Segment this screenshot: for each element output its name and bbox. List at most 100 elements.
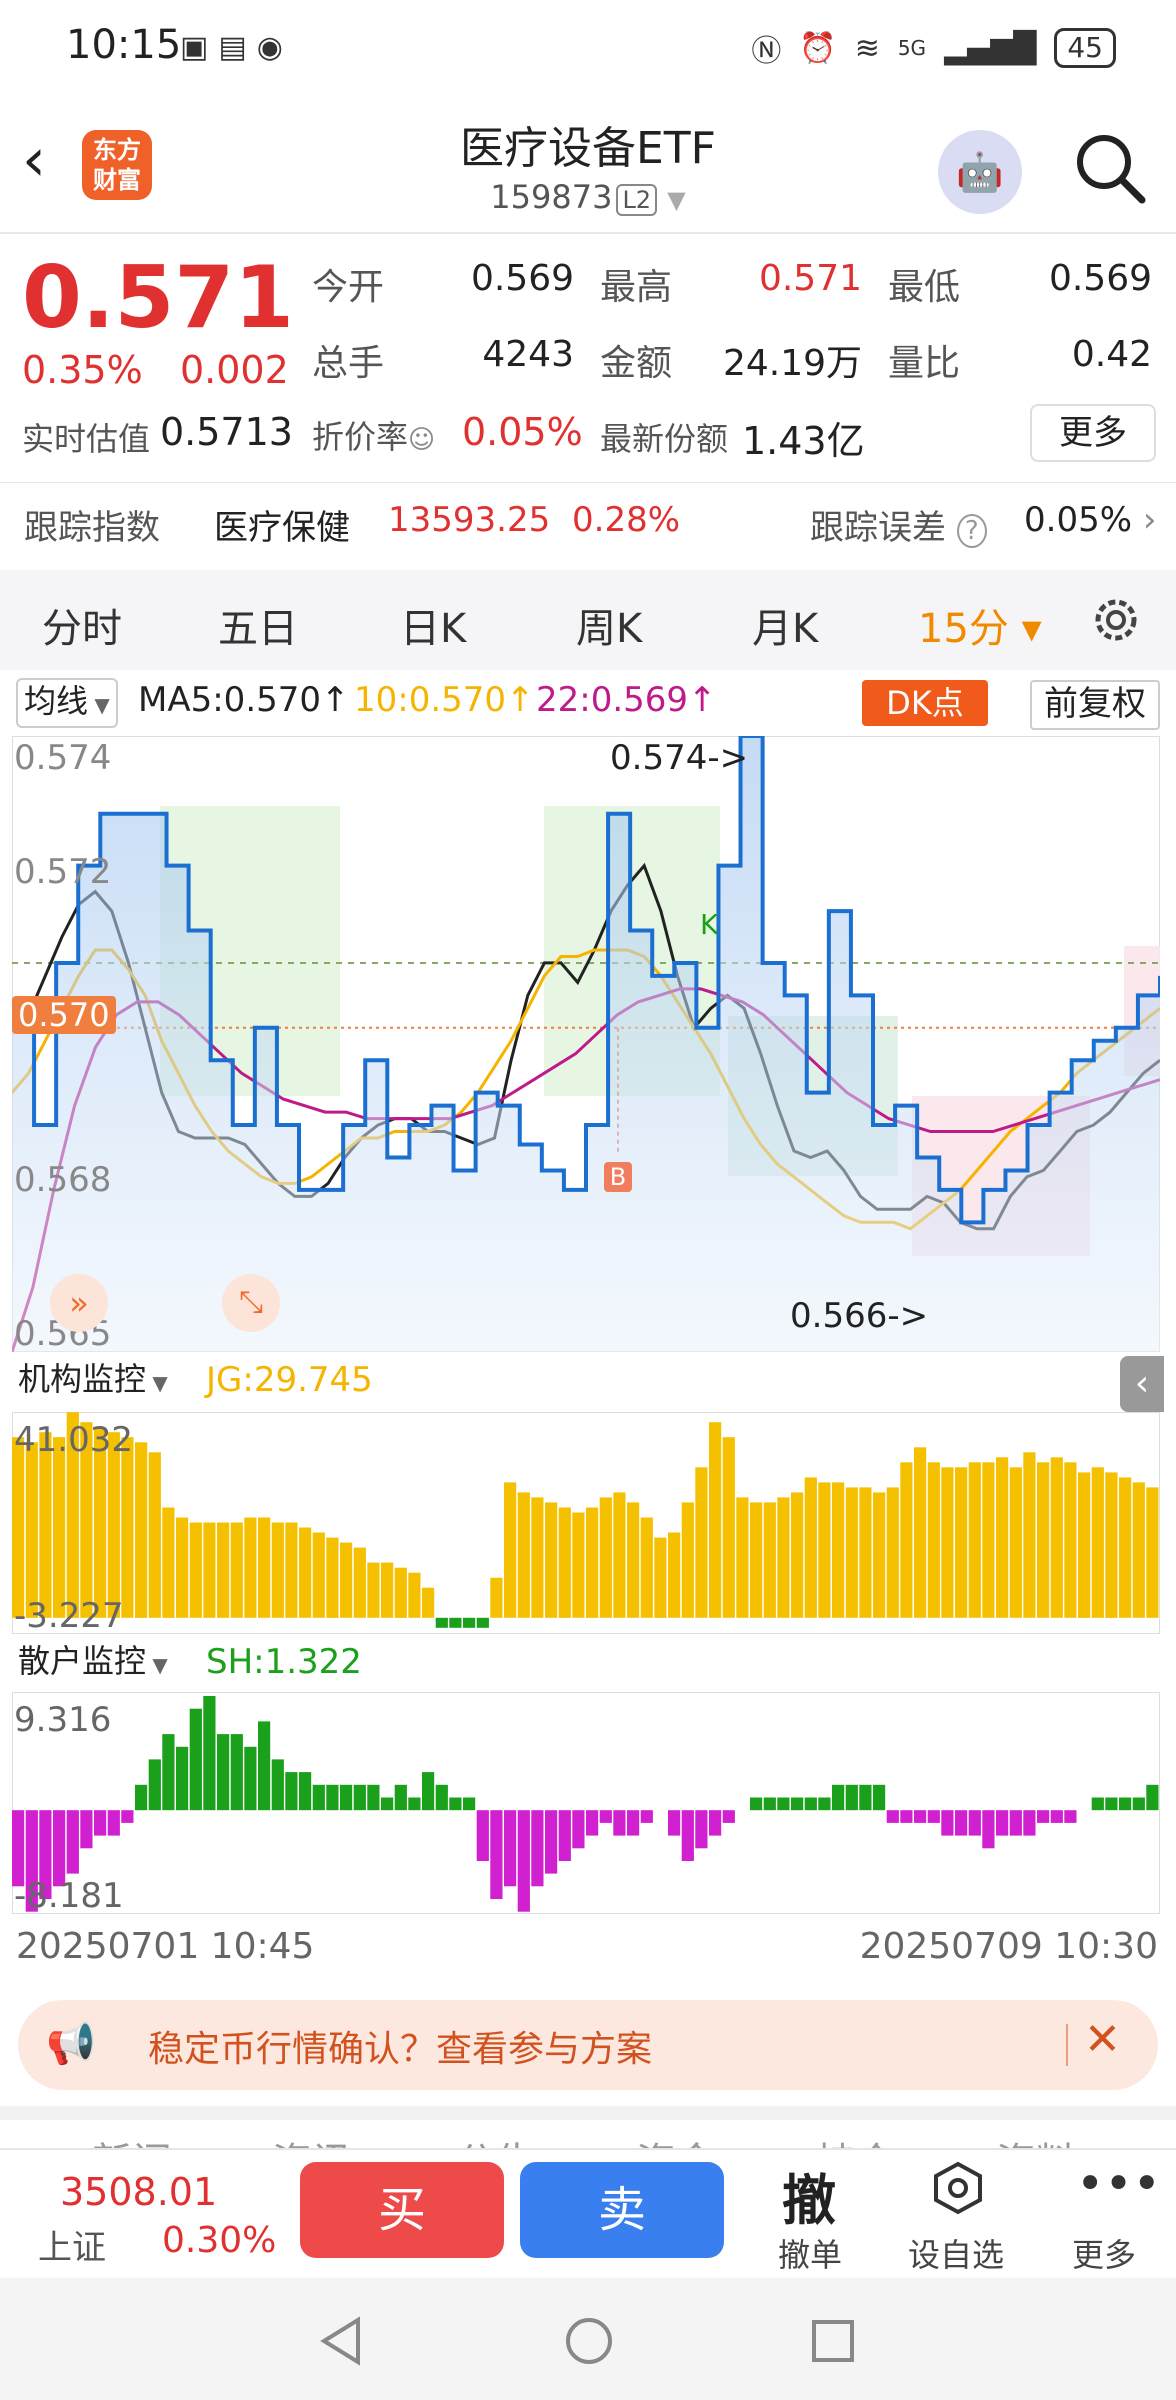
watchlist-icon[interactable] bbox=[930, 2160, 986, 2216]
inst-selector[interactable]: 机构监控 ▼ bbox=[12, 1358, 174, 1404]
nav-home-icon[interactable] bbox=[564, 2316, 614, 2366]
content-tab[interactable]: 公告 bbox=[456, 2130, 536, 2150]
bar bbox=[381, 1562, 394, 1618]
bar bbox=[681, 1502, 694, 1618]
bar bbox=[1023, 1452, 1036, 1618]
bar bbox=[955, 1810, 968, 1836]
bar bbox=[859, 1784, 872, 1811]
help-icon: ? bbox=[956, 514, 987, 548]
fullscreen-icon[interactable]: ⤡ bbox=[222, 1274, 280, 1332]
index-name[interactable]: 上证 bbox=[38, 2220, 106, 2269]
more-label[interactable]: 更多 bbox=[1072, 2230, 1136, 2276]
collapse-panel-icon[interactable]: ‹ bbox=[1120, 1356, 1164, 1412]
bar bbox=[1009, 1810, 1022, 1836]
y-tick: -3.227 bbox=[14, 1596, 124, 1636]
tracking-index-name[interactable]: 医疗保健 bbox=[214, 500, 350, 549]
bar bbox=[900, 1810, 913, 1823]
bar bbox=[1037, 1462, 1050, 1618]
buy-button[interactable]: 买 bbox=[300, 2162, 504, 2258]
tab-4[interactable]: 月K bbox=[752, 596, 818, 654]
tab-1[interactable]: 五日 bbox=[218, 596, 298, 654]
sell-button[interactable]: 卖 bbox=[520, 2162, 724, 2258]
assistant-avatar[interactable]: 🤖 bbox=[938, 130, 1022, 214]
bar bbox=[558, 1810, 571, 1861]
bar bbox=[873, 1784, 886, 1811]
bar bbox=[353, 1784, 366, 1811]
bar bbox=[681, 1810, 694, 1861]
content-tab[interactable]: 资金 bbox=[636, 2130, 716, 2150]
bar bbox=[476, 1810, 489, 1861]
cancel-icon[interactable]: 撤 bbox=[782, 2156, 836, 2235]
watchlist-label[interactable]: 设自选 bbox=[908, 2230, 1004, 2276]
close-icon[interactable]: ✕ bbox=[1084, 2014, 1121, 2065]
bar bbox=[435, 1784, 448, 1811]
index-value[interactable]: 3508.01 bbox=[60, 2170, 217, 2214]
bar bbox=[927, 1810, 940, 1823]
bar bbox=[531, 1810, 544, 1887]
retail-selector[interactable]: 散户监控 ▼ bbox=[12, 1640, 174, 1686]
bar bbox=[613, 1810, 626, 1836]
tracking-error-value[interactable]: 0.05% › bbox=[1024, 500, 1156, 540]
more-icon[interactable]: ••• bbox=[1076, 2156, 1161, 2212]
bar bbox=[107, 1432, 120, 1618]
status-bar: 10:15 ▣▤◉ Ⓝ ⏰ ≋ 5G ▂▄▆█ 45 bbox=[0, 0, 1176, 100]
bar bbox=[312, 1532, 325, 1618]
quote-value: 4243 bbox=[482, 334, 574, 375]
bar bbox=[1105, 1472, 1118, 1618]
bar bbox=[135, 1784, 148, 1811]
content-tab[interactable]: 资讯 bbox=[272, 2130, 352, 2150]
retail-value: SH:1.322 bbox=[206, 1642, 362, 1682]
bar bbox=[531, 1497, 544, 1618]
buy-marker[interactable]: B bbox=[604, 1162, 632, 1192]
alarm-icon: ⏰ bbox=[799, 30, 837, 66]
bar bbox=[695, 1467, 708, 1618]
expand-left-icon[interactable]: » bbox=[50, 1274, 108, 1332]
bar bbox=[217, 1734, 230, 1811]
ma-selector[interactable]: 均线 ▼ bbox=[16, 678, 118, 728]
gear-icon[interactable] bbox=[1088, 592, 1144, 648]
bar bbox=[996, 1457, 1009, 1618]
more-button[interactable]: 更多 bbox=[1030, 404, 1156, 462]
bar bbox=[900, 1462, 913, 1618]
quote-value: 0.569 bbox=[470, 258, 574, 299]
megaphone-icon: 📢 bbox=[46, 2021, 96, 2067]
nav-recents-icon[interactable] bbox=[810, 2318, 856, 2364]
bar bbox=[750, 1797, 763, 1811]
index-pct[interactable]: 0.30% bbox=[162, 2220, 276, 2261]
cancel-order-label[interactable]: 撤单 bbox=[778, 2230, 842, 2276]
bar bbox=[777, 1797, 790, 1811]
tab-5[interactable]: 15分 ▾ bbox=[918, 596, 1042, 654]
bar bbox=[845, 1487, 858, 1618]
tab-2[interactable]: 日K bbox=[400, 596, 466, 654]
bar bbox=[1050, 1457, 1063, 1618]
bar bbox=[968, 1462, 981, 1618]
tracking-index-pct: 0.28% bbox=[572, 500, 681, 540]
bar bbox=[886, 1810, 899, 1823]
quote-value: 0.571 bbox=[758, 258, 862, 299]
quote-label: 最低 bbox=[888, 267, 961, 308]
bar bbox=[1050, 1810, 1063, 1823]
nav-back-icon[interactable] bbox=[318, 2316, 364, 2366]
content-tab[interactable]: 新闻 bbox=[92, 2130, 172, 2150]
bar bbox=[599, 1497, 612, 1618]
time-axis-end: 20250709 10:30 bbox=[859, 1926, 1158, 1967]
bar bbox=[804, 1477, 817, 1618]
content-tab[interactable]: 持仓 bbox=[816, 2130, 896, 2150]
tab-3[interactable]: 周K bbox=[576, 596, 642, 654]
dk-point-button[interactable]: DK点 bbox=[862, 680, 988, 726]
bar bbox=[244, 1746, 257, 1811]
banner-text[interactable]: 稳定币行情确认？查看参与方案 bbox=[148, 2020, 652, 2072]
search-icon[interactable] bbox=[1070, 128, 1150, 208]
bar bbox=[654, 1537, 667, 1618]
bar bbox=[586, 1507, 599, 1618]
adjust-button[interactable]: 前复权 bbox=[1030, 680, 1160, 730]
bar bbox=[1023, 1810, 1036, 1836]
bar bbox=[148, 1759, 161, 1811]
price-chart[interactable] bbox=[12, 736, 1160, 1352]
content-tab[interactable]: 资料 bbox=[996, 2130, 1076, 2150]
bar bbox=[914, 1447, 927, 1618]
tab-0[interactable]: 分时 bbox=[42, 596, 122, 654]
tracking-error[interactable]: 跟踪误差 ? bbox=[810, 500, 987, 549]
bar bbox=[107, 1810, 120, 1836]
ma22-label: 22:0.569↑ bbox=[536, 680, 717, 720]
